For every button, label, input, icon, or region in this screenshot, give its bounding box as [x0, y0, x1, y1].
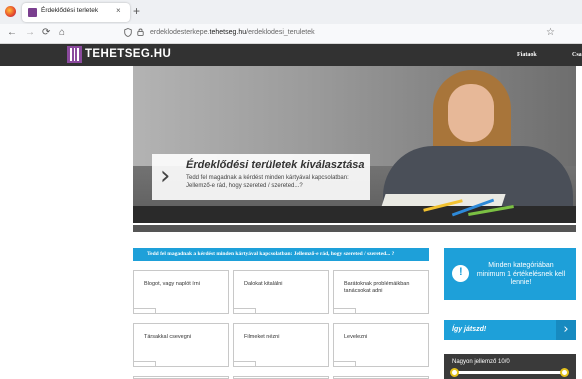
- nav-link-fiatalok[interactable]: Fiataok: [517, 52, 537, 58]
- hero-text: Tedd fel magadnak a kérdést minden kárty…: [186, 175, 349, 189]
- card-label: Levelezni: [344, 334, 368, 340]
- hero-caption-box: › Érdeklődési területek kiválasztása Ted…: [152, 154, 370, 200]
- shield-icon[interactable]: [124, 28, 132, 39]
- rating-slider-handle-right[interactable]: [560, 368, 569, 377]
- hero-title: Érdeklődési területek kiválasztása: [186, 159, 365, 171]
- hero-photo-face: [448, 84, 494, 142]
- tab-title: Érdeklődési terletek: [41, 7, 99, 14]
- card-tab: [334, 361, 356, 366]
- forward-icon[interactable]: →: [25, 26, 35, 40]
- hero-divider-bar: [133, 225, 576, 232]
- card-label: Társakkal csevegni: [144, 334, 192, 340]
- instruction-banner: Tedd fel magadnak a kérdést minden kárty…: [133, 248, 429, 261]
- how-to-play-label: Így játszd!: [452, 326, 487, 333]
- interest-card[interactable]: Filmeket nézni: [233, 323, 329, 367]
- instruction-text: Tedd fel magadnak a kérdést minden kárty…: [147, 251, 395, 257]
- home-icon[interactable]: ⌂: [59, 26, 65, 40]
- url-suffix: /erdeklodesi_teruletek: [246, 29, 315, 36]
- rating-label: Nagyon jellemző 10/0: [452, 359, 510, 365]
- interest-card[interactable]: Társakkal csevegni: [133, 323, 229, 367]
- card-label: Filmeket nézni: [244, 334, 280, 340]
- exclamation-icon: !: [459, 266, 463, 278]
- site-logo-icon[interactable]: [67, 46, 82, 63]
- card-tab: [234, 308, 256, 313]
- nav-link-cs[interactable]: Csa: [572, 52, 582, 58]
- hero-banner: › Érdeklődési területek kiválasztása Ted…: [133, 66, 576, 223]
- tab-favicon-icon: [28, 8, 37, 17]
- url-domain: tehetseg.hu: [209, 29, 247, 36]
- tab-close-icon[interactable]: ×: [116, 6, 121, 15]
- interest-card[interactable]: Blogot, vagy naplót írni: [133, 270, 229, 314]
- card-label: Dalokat kitalálni: [244, 281, 283, 287]
- rating-slider-panel: Nagyon jellemző 10/0: [444, 354, 576, 379]
- url-prefix: erdeklodesterkepe.: [150, 29, 210, 36]
- hero-arrow-icon[interactable]: ›: [160, 160, 170, 192]
- how-to-play-button[interactable]: Így játszd! ›: [444, 320, 576, 340]
- card-tab: [134, 361, 156, 366]
- interest-card[interactable]: Dalokat kitalálni: [233, 270, 329, 314]
- browser-navbar: ← → ⟳ ⌂ erdeklodesterkepe.tehetseg.hu/er…: [0, 24, 582, 44]
- firefox-logo-icon: [5, 6, 16, 17]
- card-tab: [334, 308, 356, 313]
- notice-text: Minden kategóriában minimum 1 értékelésn…: [476, 262, 566, 286]
- browser-tabstrip: Érdeklődési terletek × +: [0, 0, 582, 24]
- site-logo-text[interactable]: TEHETSEG.HU: [85, 48, 171, 60]
- card-tab: [234, 361, 256, 366]
- interest-card[interactable]: Levelezni: [333, 323, 429, 367]
- card-label: Barátoknak problémáikban tanácsokat adni: [344, 281, 410, 294]
- site-header: TEHETSEG.HU Fiataok Csa: [0, 44, 582, 66]
- lock-icon[interactable]: [137, 28, 144, 38]
- reload-icon[interactable]: ⟳: [42, 26, 50, 40]
- card-tab: [134, 308, 156, 313]
- browser-tab-active[interactable]: Érdeklődési terletek ×: [22, 3, 130, 22]
- back-icon[interactable]: ←: [7, 26, 17, 40]
- chevron-right-icon: ›: [556, 320, 576, 340]
- bookmark-star-icon[interactable]: ☆: [546, 27, 555, 38]
- address-bar-url[interactable]: erdeklodesterkepe.tehetseg.hu/erdeklodes…: [150, 29, 315, 36]
- interest-card[interactable]: Barátoknak problémáikban tanácsokat adni: [333, 270, 429, 314]
- requirement-notice: ! Minden kategóriában minimum 1 értékelé…: [444, 248, 576, 300]
- rating-slider-track[interactable]: [454, 371, 566, 374]
- new-tab-icon[interactable]: +: [133, 4, 140, 18]
- rating-slider-handle-left[interactable]: [450, 368, 459, 377]
- card-label: Blogot, vagy naplót írni: [144, 281, 200, 287]
